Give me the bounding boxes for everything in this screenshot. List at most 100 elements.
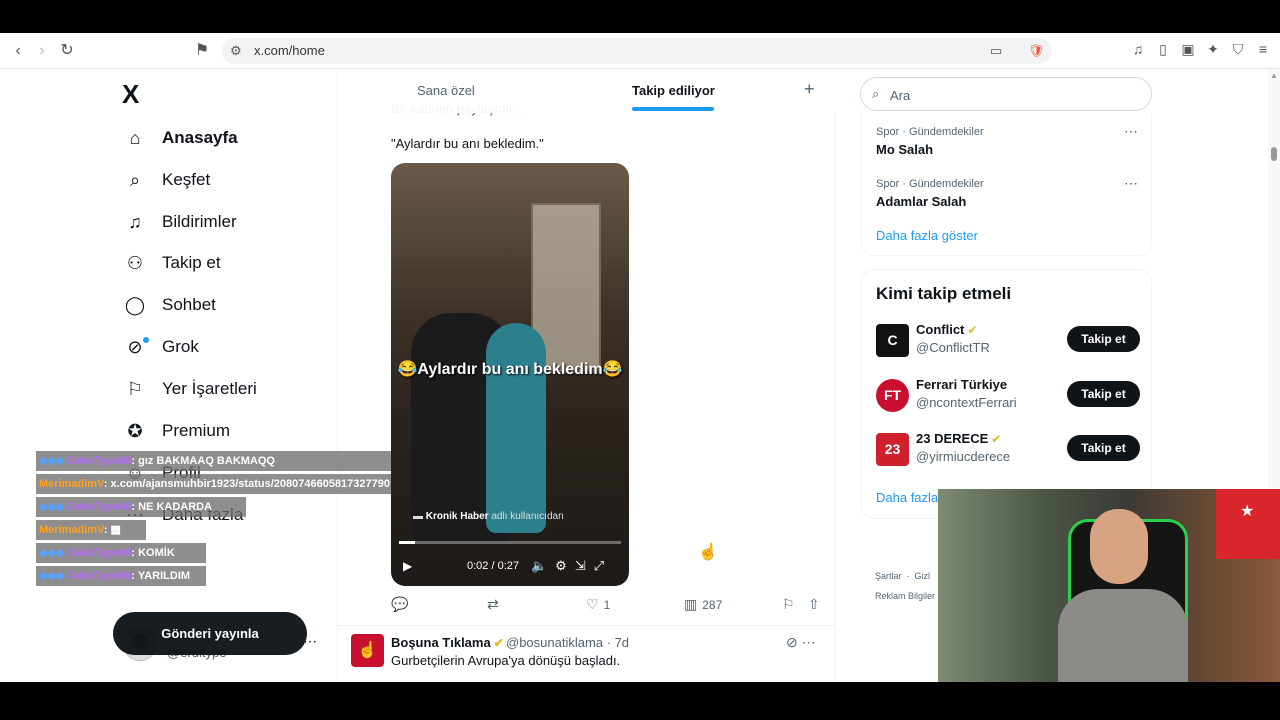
show-more-link[interactable]: Daha fazla göster bbox=[876, 228, 978, 243]
bookmark-button[interactable]: ⚐ bbox=[782, 596, 800, 613]
reply-button[interactable]: 💬 bbox=[391, 596, 413, 613]
chat-text: : NE KADARDA bbox=[131, 501, 213, 513]
nav-bookmarks[interactable]: ⚐ Yer İşaretleri bbox=[123, 374, 257, 404]
chat-text: : KOMİK bbox=[131, 547, 175, 559]
flag-image bbox=[1216, 489, 1280, 559]
chat-message: MerimadimV: x.com/ajansmuhbir1923/status… bbox=[36, 474, 391, 494]
follow-suggestion[interactable]: 23 23 DERECE ✔ @yirmiucderece Takip et bbox=[876, 431, 1146, 471]
tweet2-grok-more-icons[interactable]: ⊘ ⋯ bbox=[786, 634, 816, 651]
nav-label: Sohbet bbox=[162, 295, 216, 314]
tweet2-avatar[interactable]: ☝ bbox=[351, 634, 384, 667]
follow-button[interactable]: Takip et bbox=[1067, 381, 1140, 407]
timeline-tabs: Sana özel Takip ediliyor + bbox=[338, 69, 836, 113]
retweet-icon: ⇄ bbox=[487, 596, 499, 612]
retweet-button[interactable]: ⇄ bbox=[487, 596, 504, 613]
trend-meta: Spor · Gündemdekiler bbox=[876, 126, 984, 138]
nav-home[interactable]: ⌂ Anasayfa bbox=[123, 123, 238, 153]
tweet-actions: 💬 ⇄ ♡ 1 ▥ 287 ⚐ ⇧ bbox=[391, 596, 821, 616]
trend-more-icon[interactable]: ⋯ bbox=[1124, 123, 1138, 140]
back-icon[interactable]: ‹ bbox=[8, 41, 28, 61]
tweet-divider bbox=[338, 625, 836, 626]
chat-username: CekoType06 bbox=[67, 570, 132, 582]
video-control-icons[interactable]: 🔈⚙⇲⤢ bbox=[531, 558, 612, 574]
video-caption: 😂Aylardır bu anı bekledim😂 bbox=[397, 361, 623, 378]
account-name-text: Conflict bbox=[916, 322, 965, 337]
search-input[interactable]: ⌕ Ara bbox=[860, 77, 1152, 111]
forward-icon[interactable]: › bbox=[32, 41, 52, 61]
follow-suggestion[interactable]: C Conflict ✔ @ConflictTR Takip et bbox=[876, 322, 1146, 362]
menu-icon[interactable]: ≡ bbox=[1253, 41, 1273, 57]
show-more-link[interactable]: Daha fazla bbox=[876, 490, 938, 505]
nav-follow[interactable]: ⚇ Takip et bbox=[123, 248, 221, 278]
leo-ai-icon[interactable]: ✦ bbox=[1203, 41, 1223, 58]
scroll-thumb[interactable] bbox=[1271, 147, 1277, 161]
tab-for-you[interactable]: Sana özel bbox=[417, 83, 475, 98]
account-name-text: 23 DERECE bbox=[916, 431, 989, 446]
watermark-suffix: adlı kullanıcıdan bbox=[488, 511, 564, 522]
nav-label: Bildirimler bbox=[162, 212, 237, 231]
url-text[interactable]: x.com/home bbox=[254, 43, 325, 58]
video-player[interactable]: 😂Aylardır bu anı bekledim😂 ▬ Kronik Habe… bbox=[391, 163, 629, 586]
follow-button[interactable]: Takip et bbox=[1067, 326, 1140, 352]
nav-chat[interactable]: ◯ Sohbet bbox=[123, 290, 216, 320]
nav-premium[interactable]: ✪ Premium bbox=[123, 416, 230, 446]
account-name: Ferrari Türkiye bbox=[916, 377, 1008, 392]
home-icon: ⌂ bbox=[129, 127, 141, 148]
nav-label: Keşfet bbox=[162, 170, 211, 189]
share-button[interactable]: ⇧ bbox=[808, 596, 825, 613]
trend-more-icon[interactable]: ⋯ bbox=[1124, 175, 1138, 192]
video-controls: ▶ 0:02 / 0:27 🔈⚙⇲⤢ bbox=[391, 555, 629, 579]
trend-name: Adamlar Salah bbox=[876, 194, 967, 209]
bookmark-page-icon[interactable]: ⚑ bbox=[192, 41, 212, 61]
video-progress-bar[interactable] bbox=[399, 541, 621, 544]
wallet-icon[interactable]: ▣ bbox=[1178, 41, 1198, 58]
address-bar[interactable]: ⚙ x.com/home ▭ 🛡 bbox=[222, 38, 1052, 64]
scroll-up-icon[interactable]: ▲ bbox=[1270, 71, 1278, 80]
add-tab-icon[interactable]: + bbox=[804, 79, 815, 100]
chat-emote-icon: ▩ bbox=[107, 524, 121, 536]
follow-suggestion[interactable]: FT Ferrari Türkiye @ncontextFerrari Taki… bbox=[876, 377, 1146, 417]
brave-shield-icon[interactable]: 🛡 bbox=[1028, 43, 1045, 59]
nav-label: Takip et bbox=[162, 253, 221, 272]
views-button[interactable]: ▥ 287 bbox=[684, 596, 722, 613]
chat-text: : YARILDIM bbox=[131, 570, 191, 582]
vpn-icon[interactable]: ⛉ bbox=[1228, 41, 1248, 58]
trend-item[interactable]: Spor · Gündemdekiler Mo Salah bbox=[876, 126, 984, 157]
nav-explore[interactable]: ⌕ Keşfet bbox=[123, 165, 210, 195]
tweet2-author-name: Boşuna Tıklama bbox=[391, 635, 491, 650]
chat-username: CekoType06 bbox=[67, 455, 132, 467]
webcam-overlay bbox=[938, 489, 1280, 682]
x-logo[interactable]: X bbox=[122, 79, 139, 110]
streamer-head bbox=[1090, 509, 1148, 584]
account-name: 23 DERECE ✔ bbox=[916, 431, 1001, 446]
post-button[interactable]: Gönderi yayınla bbox=[113, 612, 307, 655]
like-button[interactable]: ♡ 1 bbox=[586, 596, 610, 613]
chat-message: ◆◆◆ CekoType06: YARILDIM bbox=[36, 566, 206, 586]
reload-icon[interactable]: ↻ bbox=[57, 41, 77, 61]
search-icon: ⌕ bbox=[872, 86, 880, 101]
media-icon[interactable]: ♫ bbox=[1128, 41, 1148, 57]
trend-item[interactable]: Spor · Gündemdekiler Adamlar Salah bbox=[876, 178, 984, 209]
who-to-follow-panel: Kimi takip etmeli C Conflict ✔ @ConflictT… bbox=[861, 269, 1152, 519]
install-icon[interactable]: ▭ bbox=[990, 43, 1002, 59]
sidebar-toggle-icon[interactable]: ▯ bbox=[1153, 41, 1173, 58]
trends-panel: Spor · Gündemdekiler Mo Salah ⋯ Spor · G… bbox=[861, 113, 1152, 256]
chat-badges-icon: ◆◆◆ bbox=[39, 501, 65, 513]
chat-username: MerimadimV bbox=[39, 478, 104, 490]
footer-link[interactable]: Gizl bbox=[915, 571, 931, 581]
letterbox-top bbox=[0, 0, 1280, 33]
footer-link[interactable]: Şartlar bbox=[875, 571, 902, 581]
footer-link[interactable]: Reklam Bilgiler bbox=[875, 591, 935, 601]
verified-icon: ✔ bbox=[967, 323, 978, 337]
tweet2-author[interactable]: Boşuna Tıklama ✔ bbox=[391, 635, 504, 650]
tab-following[interactable]: Takip ediliyor bbox=[632, 83, 715, 98]
account-avatar: C bbox=[876, 324, 909, 357]
follow-button[interactable]: Takip et bbox=[1067, 435, 1140, 461]
nav-notifications[interactable]: ♫ Bildirimler bbox=[123, 207, 237, 237]
chat-message: ◆◆◆ CekoType06: NE KADARDA bbox=[36, 497, 246, 517]
share-icon: ⇧ bbox=[808, 596, 820, 612]
nav-grok[interactable]: ⊘ Grok bbox=[123, 332, 198, 362]
site-info-icon[interactable]: ⚙ bbox=[230, 43, 242, 59]
chat-badges-icon: ◆◆◆ bbox=[39, 547, 65, 559]
play-icon[interactable]: ▶ bbox=[403, 559, 412, 573]
